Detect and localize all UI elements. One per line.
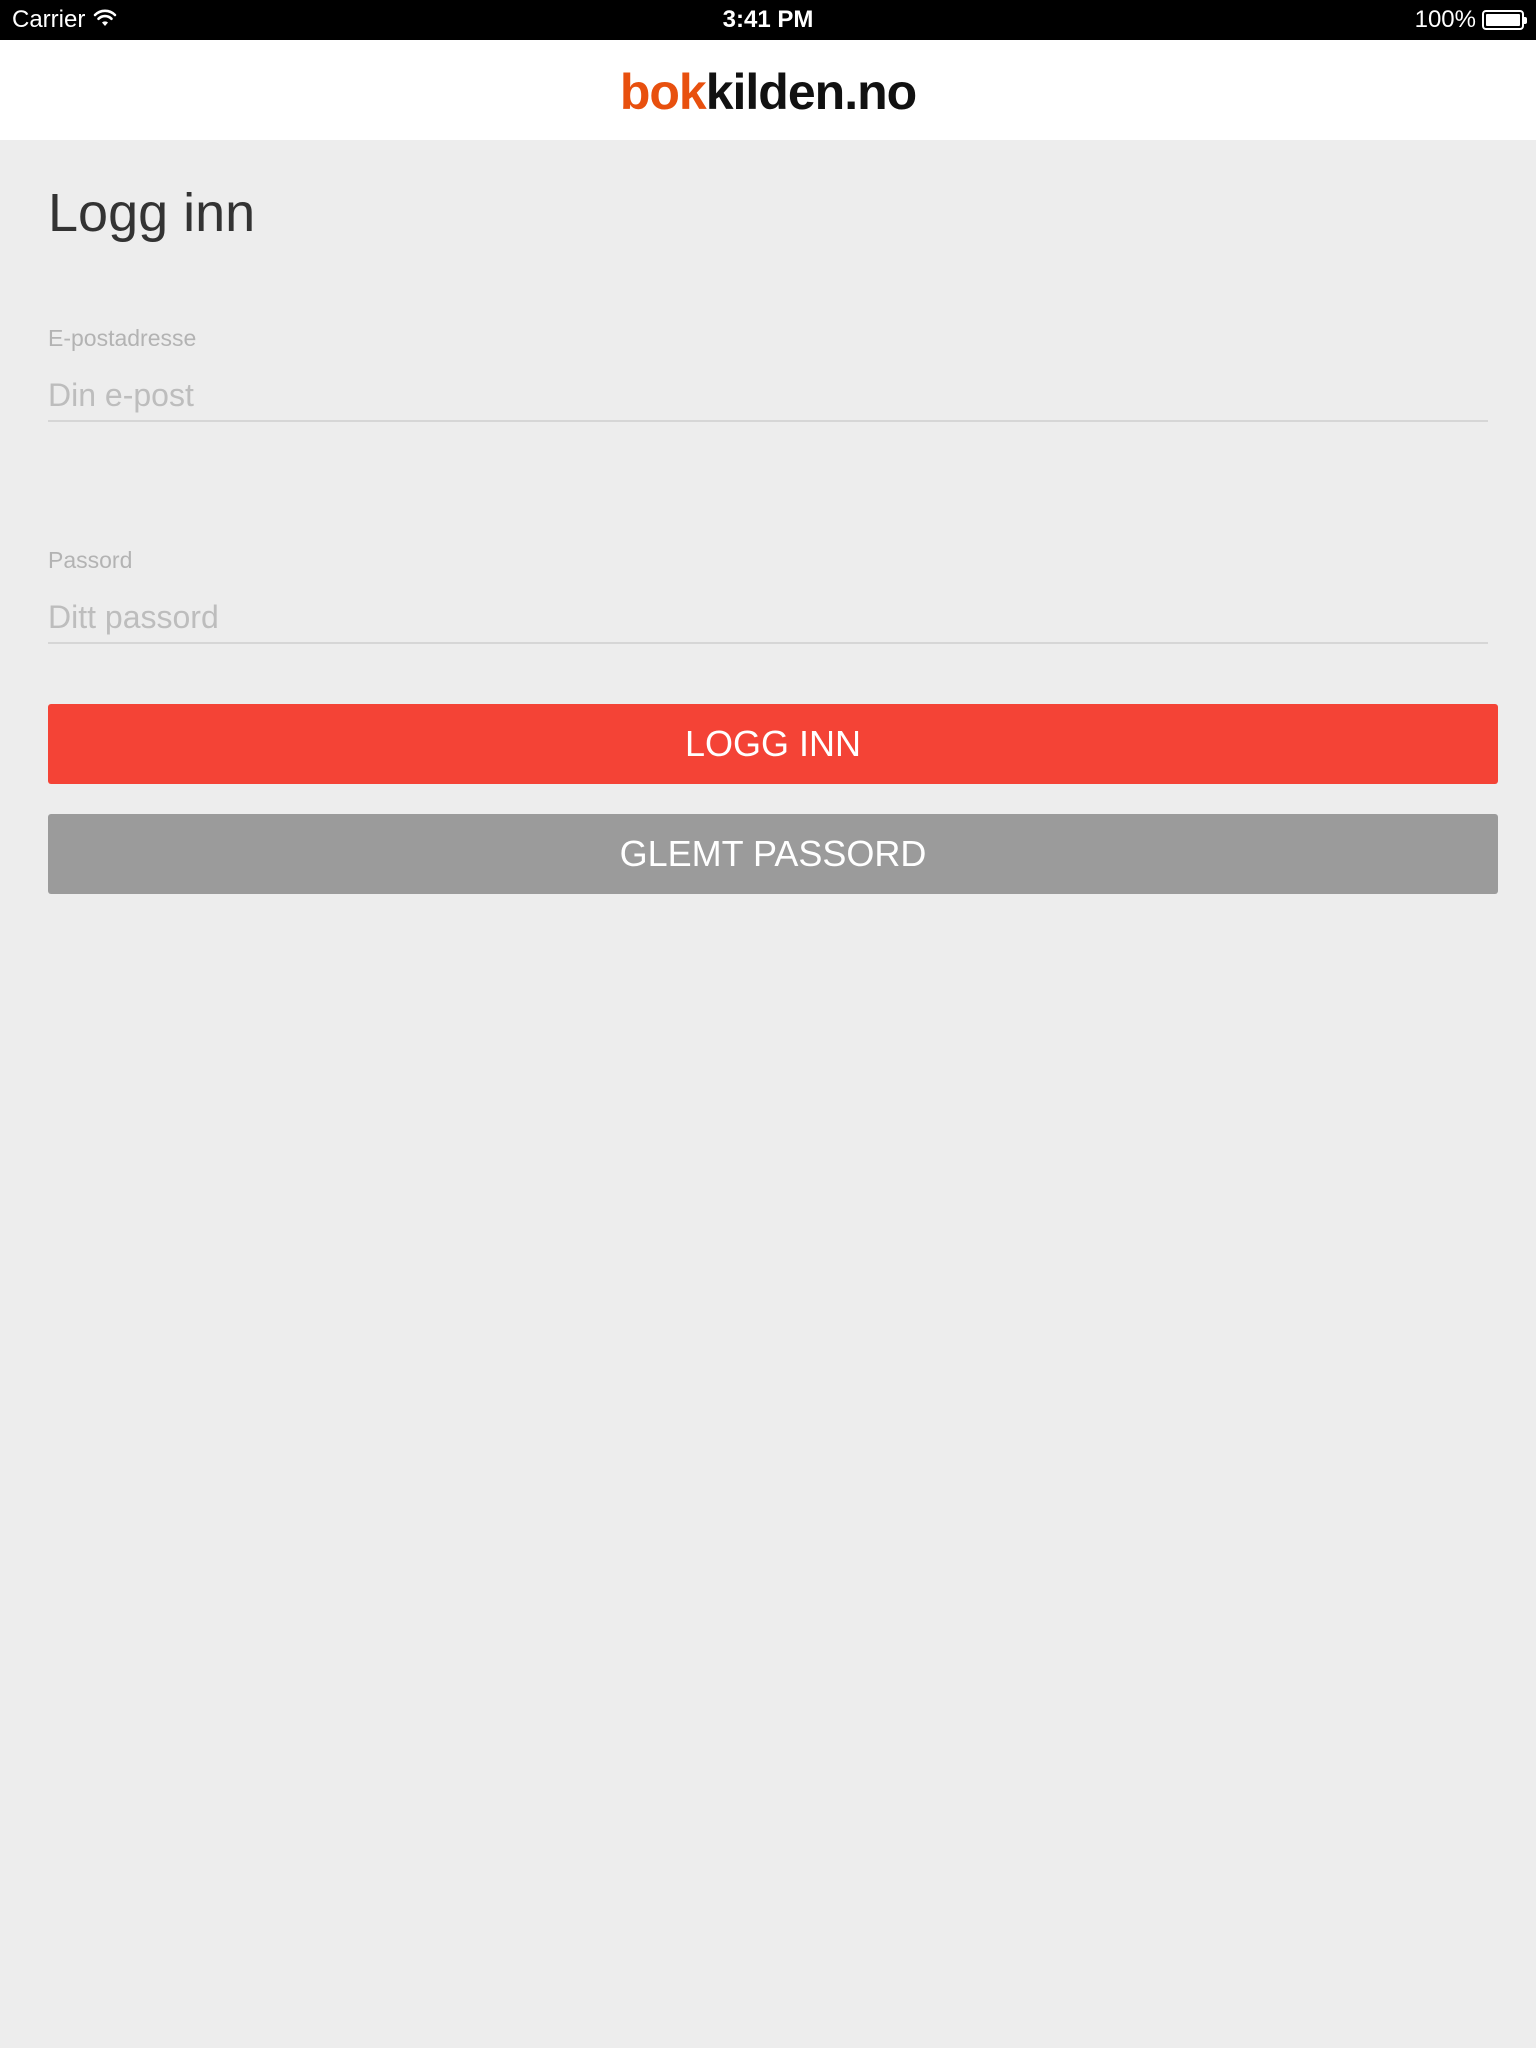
- login-button[interactable]: LOGG INN: [48, 704, 1498, 784]
- logo-part-bok: bok: [619, 64, 707, 120]
- logo-part-kilden: kilden.no: [705, 64, 917, 120]
- bokkilden-logo[interactable]: bokkilden.no: [619, 64, 917, 120]
- email-label: E-postadresse: [48, 325, 197, 351]
- forgot-password-button[interactable]: GLEMT PASSORD: [48, 814, 1498, 894]
- status-bar: Carrier 3:41 PM 100%: [0, 0, 1536, 40]
- battery-icon: [1482, 10, 1527, 30]
- email-input[interactable]: [48, 370, 1488, 422]
- battery-fill: [1486, 14, 1520, 26]
- status-right: 100%: [1414, 6, 1527, 34]
- password-label: Passord: [48, 547, 133, 573]
- battery-percent: 100%: [1414, 6, 1476, 33]
- email-field-group: E-postadresse: [48, 325, 1488, 422]
- password-input[interactable]: [48, 592, 1488, 644]
- status-time: 3:41 PM: [722, 6, 814, 33]
- page-title: Logg inn: [48, 183, 256, 243]
- password-field-group: Passord: [48, 547, 1488, 644]
- app-header: bokkilden.no: [0, 40, 1536, 140]
